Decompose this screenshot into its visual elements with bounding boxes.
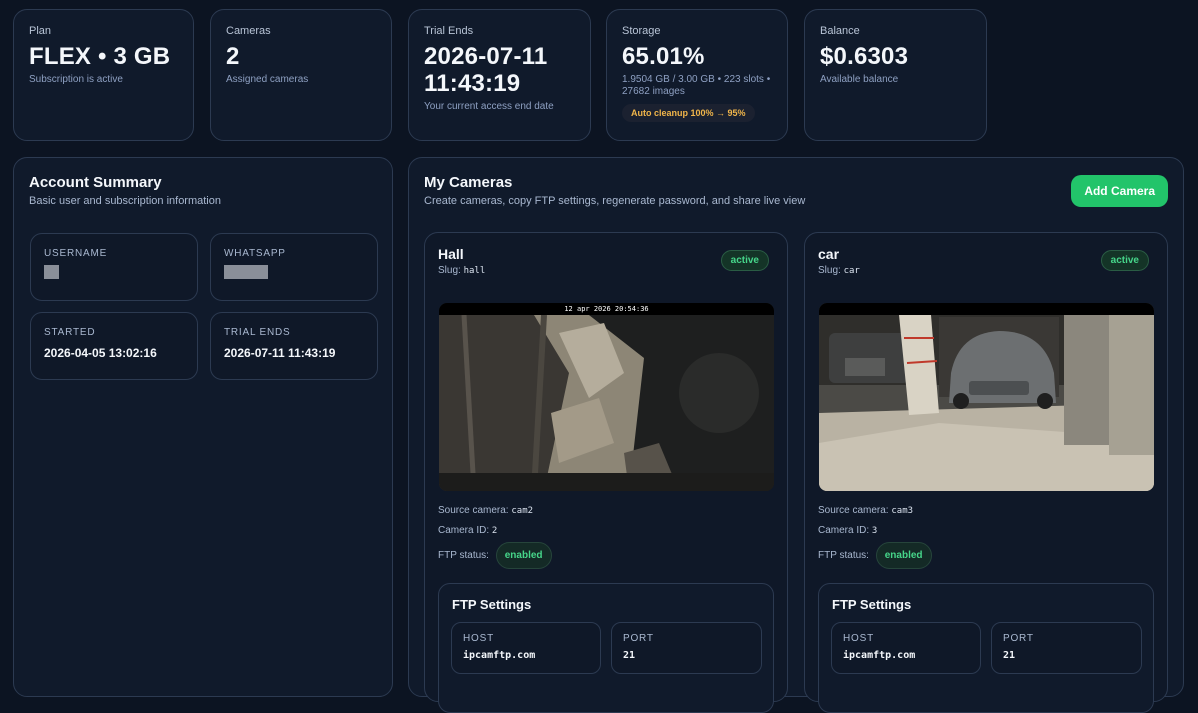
- stat-card-cameras: Cameras 2 Assigned cameras: [210, 9, 392, 141]
- username-label: USERNAME: [44, 248, 108, 259]
- ftp-host-field[interactable]: HOST ipcamftp.com: [831, 622, 981, 674]
- ftp-port-label: PORT: [1003, 633, 1034, 644]
- my-cameras-subtitle: Create cameras, copy FTP settings, regen…: [424, 195, 806, 207]
- camera-card-hall: Hall Slug: hall active 12 apr 2026 20:54…: [424, 232, 788, 713]
- trial-ends-value: 2026-07-11 11:43:19: [224, 346, 336, 360]
- ftp-host-value: ipcamftp.com: [843, 650, 916, 661]
- username-box: USERNAME: [30, 233, 198, 301]
- ftp-settings-title: FTP Settings: [832, 597, 912, 612]
- hall-preview-scene: [439, 303, 774, 491]
- stat-subtext: 1.9504 GB / 3.00 GB • 223 slots • 27682 …: [622, 74, 771, 97]
- camera-status-badge: active: [1100, 250, 1149, 271]
- source-label: Source camera:: [438, 505, 509, 516]
- stat-subtext: Your current access end date: [424, 101, 554, 112]
- started-box: STARTED 2026-04-05 13:02:16: [30, 312, 198, 380]
- account-summary-panel: Account Summary Basic user and subscript…: [13, 157, 393, 697]
- car-preview-scene: [819, 303, 1154, 491]
- stat-card-plan: Plan FLEX • 3 GB Subscription is active: [13, 9, 194, 141]
- my-cameras-title: My Cameras: [424, 174, 513, 191]
- stat-value: 2026-07-11 11:43:19: [424, 43, 548, 97]
- stat-subtext: Assigned cameras: [226, 74, 309, 85]
- stat-subtext: Subscription is active: [29, 74, 123, 85]
- username-redacted: [44, 265, 59, 279]
- whatsapp-label: WHATSAPP: [224, 248, 286, 259]
- camera-slug: Slug: hall: [438, 265, 485, 276]
- ftp-status-row: FTP status: enabled: [438, 542, 552, 569]
- ftp-settings-box: FTP Settings HOST ipcamftp.com PORT 21: [818, 583, 1154, 713]
- ftp-settings-box: FTP Settings HOST ipcamftp.com PORT 21: [438, 583, 774, 713]
- camera-id-value: 3: [871, 526, 878, 536]
- add-camera-button[interactable]: Add Camera: [1071, 175, 1168, 207]
- ftp-port-label: PORT: [623, 633, 654, 644]
- camera-id-row: Camera ID: 2: [438, 525, 497, 536]
- my-cameras-panel: My Cameras Create cameras, copy FTP sett…: [408, 157, 1184, 713]
- stat-card-trial-ends: Trial Ends 2026-07-11 11:43:19 Your curr…: [408, 9, 591, 141]
- whatsapp-box: WHATSAPP: [210, 233, 378, 301]
- source-value: cam2: [511, 506, 534, 516]
- account-summary-title: Account Summary: [29, 174, 162, 191]
- preview-timestamp: 12 apr 2026 20:54:36: [439, 303, 774, 315]
- ftp-port-field[interactable]: PORT 21: [991, 622, 1142, 674]
- camera-name: car: [818, 246, 840, 262]
- camera-id-label: Camera ID:: [438, 525, 490, 536]
- stat-card-storage: Storage 65.01% 1.9504 GB / 3.00 GB • 223…: [606, 9, 788, 141]
- source-camera-row: Source camera: cam3: [818, 505, 913, 516]
- camera-id-label: Camera ID:: [818, 525, 870, 536]
- stat-label: Trial Ends: [424, 25, 474, 37]
- slug-value: car: [843, 266, 860, 276]
- account-summary-subtitle: Basic user and subscription information: [29, 195, 221, 207]
- stat-subtext: Available balance: [820, 74, 899, 85]
- ftp-status-badge: enabled: [875, 542, 932, 569]
- camera-status-badge: active: [720, 250, 769, 271]
- started-value: 2026-04-05 13:02:16: [44, 346, 157, 360]
- ftp-host-value: ipcamftp.com: [463, 650, 536, 661]
- stat-label: Storage: [622, 25, 661, 37]
- stat-value: $0.6303: [820, 43, 909, 70]
- ftp-status-label: FTP status:: [438, 550, 489, 562]
- source-label: Source camera:: [818, 505, 889, 516]
- source-camera-row: Source camera: cam2: [438, 505, 533, 516]
- camera-id-value: 2: [491, 526, 498, 536]
- ftp-port-value: 21: [1003, 650, 1016, 661]
- stat-value: 65.01%: [622, 43, 705, 70]
- source-value: cam3: [891, 506, 914, 516]
- trial-ends-label: TRIAL ENDS: [224, 327, 291, 338]
- camera-id-row: Camera ID: 3: [818, 525, 877, 536]
- preview-timestamp: [819, 303, 1154, 315]
- ftp-status-row: FTP status: enabled: [818, 542, 932, 569]
- ftp-port-value: 21: [623, 650, 636, 661]
- camera-preview-image[interactable]: 12 apr 2026 20:54:36: [439, 303, 774, 491]
- ftp-host-label: HOST: [463, 633, 494, 644]
- ftp-status-label: FTP status:: [818, 550, 869, 562]
- stat-value: FLEX • 3 GB: [29, 43, 171, 70]
- ftp-port-field[interactable]: PORT 21: [611, 622, 762, 674]
- stat-label: Cameras: [226, 25, 271, 37]
- camera-slug: Slug: car: [818, 265, 860, 276]
- camera-card-car: car Slug: car active Source camera: cam3…: [804, 232, 1168, 713]
- stat-label: Plan: [29, 25, 52, 37]
- camera-name: Hall: [438, 246, 464, 262]
- started-label: STARTED: [44, 327, 96, 338]
- stat-value: 2: [226, 43, 240, 70]
- auto-cleanup-badge: Auto cleanup 100% → 95%: [622, 104, 755, 122]
- ftp-status-badge: enabled: [495, 542, 552, 569]
- ftp-settings-title: FTP Settings: [452, 597, 532, 612]
- slug-label: Slug:: [438, 265, 461, 276]
- stat-label: Balance: [820, 25, 860, 37]
- camera-preview-image[interactable]: [819, 303, 1154, 491]
- trial-ends-box: TRIAL ENDS 2026-07-11 11:43:19: [210, 312, 378, 380]
- ftp-host-label: HOST: [843, 633, 874, 644]
- stat-card-balance: Balance $0.6303 Available balance: [804, 9, 987, 141]
- slug-value: hall: [463, 266, 486, 276]
- ftp-host-field[interactable]: HOST ipcamftp.com: [451, 622, 601, 674]
- slug-label: Slug:: [818, 265, 841, 276]
- whatsapp-redacted: [224, 265, 268, 279]
